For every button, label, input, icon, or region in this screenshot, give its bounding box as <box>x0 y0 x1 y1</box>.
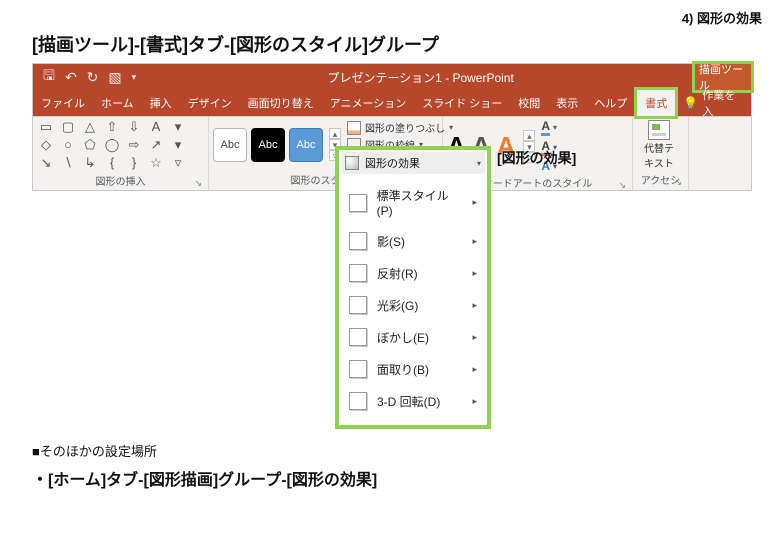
submenu-arrow-icon: ▸ <box>472 236 477 247</box>
tab-file[interactable]: ファイル <box>33 90 93 116</box>
other-location-path: ・[ホーム]タブ-[図形描画]グループ-[図形の効果] <box>32 466 772 490</box>
section-number: 4) 図形の効果 <box>32 8 772 27</box>
callout-label-shape-effects: [図形の効果] <box>497 148 576 168</box>
start-from-beginning-icon[interactable]: ▧ <box>108 69 121 86</box>
tab-transitions[interactable]: 画面切り替え <box>240 90 322 116</box>
tell-me[interactable]: 💡 作業を入 <box>677 90 751 116</box>
submenu-arrow-icon: ▸ <box>472 197 477 208</box>
qat-dropdown-icon[interactable]: ▾ <box>132 72 137 83</box>
shape-icon[interactable]: ↘ <box>37 155 55 171</box>
style-preset[interactable]: Abc <box>289 128 323 162</box>
page-title: [描画ツール]-[書式]タブ-[図形のスタイル]グループ <box>32 31 772 57</box>
shape-icon[interactable]: { <box>103 155 121 171</box>
titlebar: 🖫 ↶ ↻ ▧ ▾ プレゼンテーション1 - PowerPoint 描画ツール <box>33 64 751 90</box>
powerpoint-window: 🖫 ↶ ↻ ▧ ▾ プレゼンテーション1 - PowerPoint 描画ツール … <box>32 63 752 191</box>
lightbulb-icon: 💡 <box>683 96 698 110</box>
fx-item-preset[interactable]: 標準スタイル(P)▸ <box>343 180 483 225</box>
shape-icon[interactable]: △ <box>81 119 99 135</box>
other-locations-heading: ■そのほかの設定場所 <box>32 441 772 460</box>
shape-fill-button[interactable]: 図形の塗りつぶし ▾ <box>347 120 453 135</box>
group-label-accessibility: アクセシ <box>637 170 684 190</box>
shape-icon[interactable]: ▭ <box>37 119 55 135</box>
shape-icon[interactable]: ▢ <box>59 119 77 135</box>
fx-item-glow[interactable]: 光彩(G)▸ <box>343 289 483 321</box>
shape-icon[interactable]: A <box>147 119 165 135</box>
shape-icon[interactable]: ⇧ <box>103 119 121 135</box>
tab-animations[interactable]: アニメーション <box>322 90 415 116</box>
shape-effects-menu-header[interactable]: 図形の効果 ▾ <box>341 152 485 174</box>
shape-icon[interactable]: ▿ <box>169 155 187 171</box>
submenu-arrow-icon: ▸ <box>472 332 477 343</box>
fx-item-softedge[interactable]: ぼかし(E)▸ <box>343 321 483 353</box>
group-accessibility: 代替テ キスト アクセシ <box>633 117 689 190</box>
shape-style-gallery[interactable]: Abc Abc Abc ▴ ▾ ▿ <box>213 128 341 162</box>
shape-icon[interactable]: ⇨ <box>125 137 143 153</box>
shape-icon[interactable]: ⬠ <box>81 137 99 153</box>
shape-icon[interactable]: ▾ <box>169 137 187 153</box>
shape-icon[interactable]: ○ <box>59 137 77 153</box>
shapes-gallery[interactable]: ▭ ▢ △ ⇧ ⇩ A ▾ ◇ ○ ⬠ ◯ ⇨ ↗ ▾ ↘ ∖ ↳ <box>37 119 187 171</box>
group-insert-shapes: ▭ ▢ △ ⇧ ⇩ A ▾ ◇ ○ ⬠ ◯ ⇨ ↗ ▾ ↘ ∖ ↳ <box>33 117 209 190</box>
shape-icon[interactable]: ▾ <box>169 119 187 135</box>
style-preset[interactable]: Abc <box>251 128 285 162</box>
shape-icon[interactable]: ◯ <box>103 137 121 153</box>
softedge-icon <box>349 328 367 346</box>
shape-icon[interactable]: ⇩ <box>125 119 143 135</box>
glow-icon <box>349 296 367 314</box>
tab-view[interactable]: 表示 <box>548 90 586 116</box>
text-fill-button[interactable]: A▾ <box>541 119 557 136</box>
shape-effects-menu: 図形の効果 ▾ [図形の効果] 標準スタイル(P)▸ 影(S)▸ 反射(R)▸ … <box>335 146 491 429</box>
shape-icon[interactable]: ☆ <box>147 155 165 171</box>
save-icon[interactable]: 🖫 <box>43 65 55 89</box>
tab-home[interactable]: ホーム <box>93 90 142 116</box>
gallery-up-icon[interactable]: ▴ <box>523 130 535 141</box>
effects-icon <box>345 156 359 170</box>
submenu-arrow-icon: ▸ <box>472 364 477 375</box>
bevel-icon <box>349 360 367 378</box>
alt-text-button[interactable]: 代替テ キスト <box>637 120 681 170</box>
tab-slideshow[interactable]: スライド ショー <box>414 90 510 116</box>
style-preset[interactable]: Abc <box>213 128 247 162</box>
preset-icon <box>349 194 367 212</box>
tab-insert[interactable]: 挿入 <box>142 90 180 116</box>
shape-effects-menu-list: 標準スタイル(P)▸ 影(S)▸ 反射(R)▸ 光彩(G)▸ ぼかし(E)▸ 面… <box>341 174 485 423</box>
gallery-up-icon[interactable]: ▴ <box>329 128 341 139</box>
chevron-down-icon: ▾ <box>477 159 481 168</box>
alt-text-icon <box>648 120 670 140</box>
shadow-icon <box>349 232 367 250</box>
fx-item-3drotation[interactable]: 3-D 回転(D)▸ <box>343 385 483 417</box>
tab-format[interactable]: 書式 <box>637 90 675 116</box>
submenu-arrow-icon: ▸ <box>472 300 477 311</box>
rotation-icon <box>349 392 367 410</box>
shape-icon[interactable]: ↗ <box>147 137 165 153</box>
tab-help[interactable]: ヘルプ <box>586 90 635 116</box>
reflection-icon <box>349 264 367 282</box>
window-title: プレゼンテーション1 - PowerPoint <box>146 64 695 90</box>
redo-icon[interactable]: ↻ <box>87 69 99 86</box>
fill-icon <box>347 121 361 135</box>
submenu-arrow-icon: ▸ <box>472 396 477 407</box>
quick-access-toolbar: 🖫 ↶ ↻ ▧ ▾ <box>33 64 146 90</box>
ribbon-tabs: ファイル ホーム 挿入 デザイン 画面切り替え アニメーション スライド ショー… <box>33 90 751 116</box>
fx-item-reflection[interactable]: 反射(R)▸ <box>343 257 483 289</box>
group-label-insert-shapes: 図形の挿入 <box>37 171 204 191</box>
shape-icon[interactable]: ∖ <box>59 155 77 171</box>
shape-icon[interactable]: ◇ <box>37 137 55 153</box>
tab-review[interactable]: 校閲 <box>510 90 548 116</box>
tab-design[interactable]: デザイン <box>180 90 240 116</box>
shape-icon[interactable]: } <box>125 155 143 171</box>
shape-icon[interactable]: ↳ <box>81 155 99 171</box>
fx-item-bevel[interactable]: 面取り(B)▸ <box>343 353 483 385</box>
submenu-arrow-icon: ▸ <box>472 268 477 279</box>
undo-icon[interactable]: ↶ <box>65 69 77 86</box>
fx-item-shadow[interactable]: 影(S)▸ <box>343 225 483 257</box>
